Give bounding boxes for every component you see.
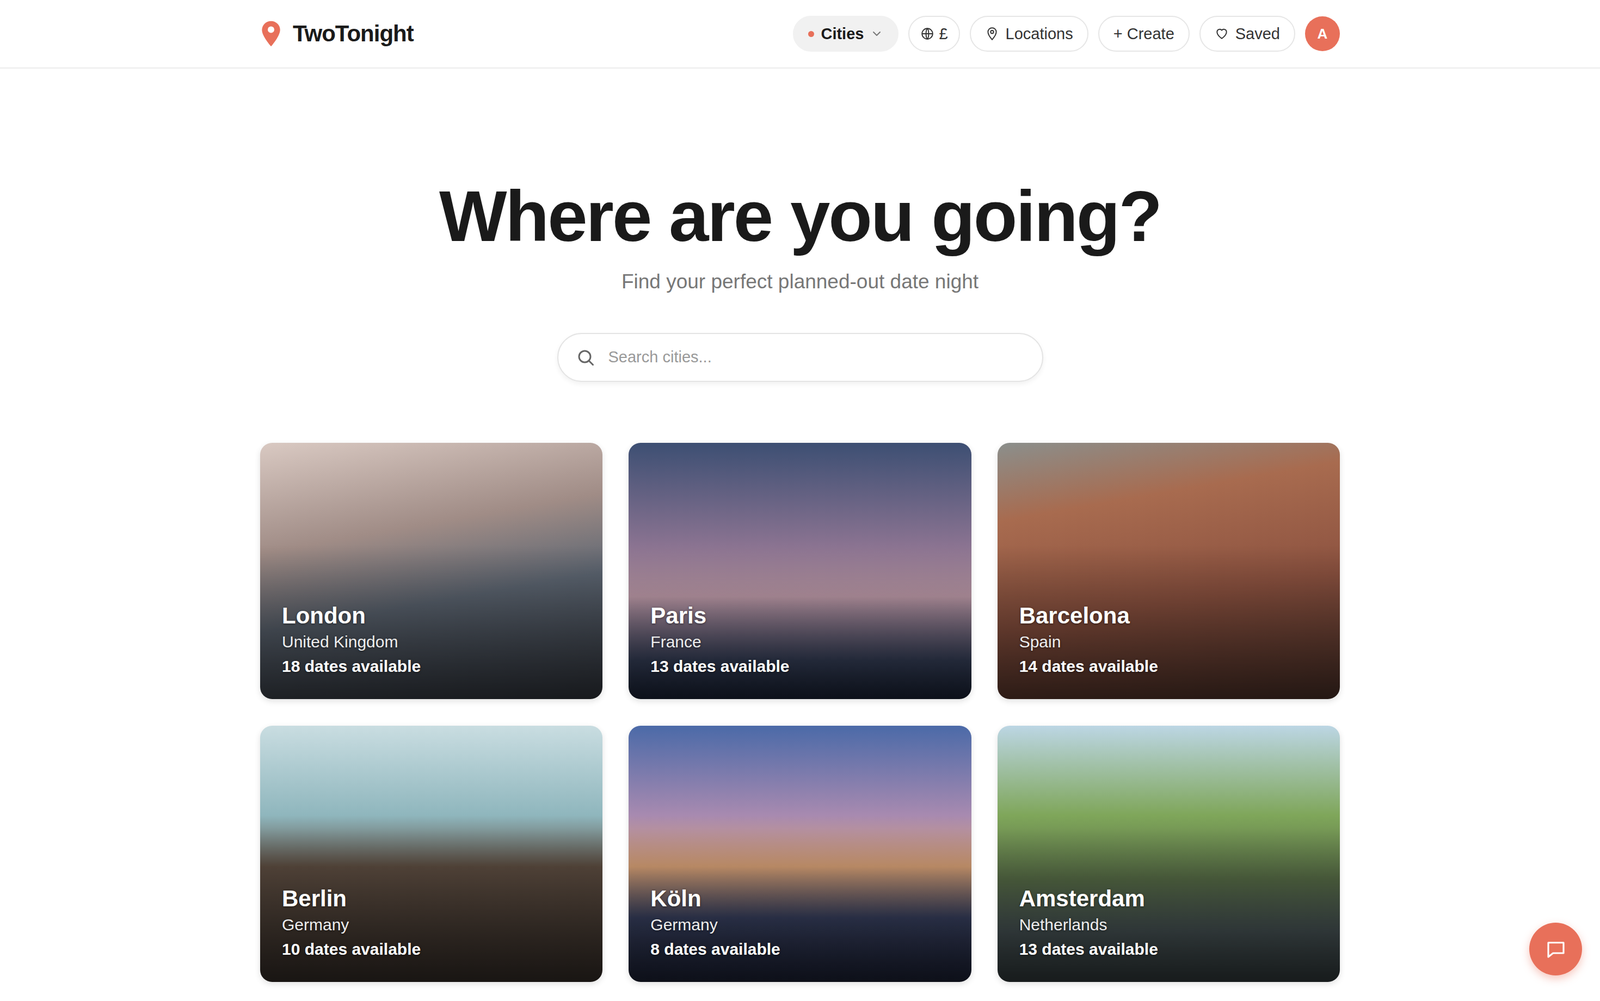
city-card[interactable]: KölnGermany8 dates available (628, 725, 971, 983)
city-country: United Kingdom (281, 629, 581, 655)
city-country: Germany (650, 912, 950, 938)
currency-label: £ (938, 25, 948, 43)
city-dates: 13 dates available (650, 654, 950, 679)
city-country: France (650, 629, 950, 655)
city-name: Amsterdam (1019, 885, 1319, 913)
chevron-down-icon (870, 27, 884, 41)
locations-label: Locations (1005, 25, 1074, 43)
active-dot-icon (808, 31, 815, 38)
cities-label: Cities (820, 25, 864, 43)
city-info: BerlinGermany10 dates available (260, 885, 603, 983)
city-info: BarcelonaSpain14 dates available (997, 602, 1340, 700)
city-card[interactable]: BerlinGermany10 dates available (260, 725, 603, 983)
city-country: Germany (281, 912, 581, 938)
chat-bubble-icon (1544, 938, 1568, 962)
saved-label: Saved (1235, 25, 1280, 43)
search-field[interactable] (557, 333, 1044, 383)
brand-logo[interactable]: TwoTonight (260, 20, 414, 48)
user-avatar[interactable]: A (1305, 16, 1340, 52)
page: TwoTonight Cities £ Locations + Create Saved A… (0, 0, 1600, 1001)
city-country: Netherlands (1019, 912, 1319, 938)
nav-bar: Cities £ Locations + Create Saved A (792, 15, 1340, 52)
city-dates: 10 dates available (281, 937, 581, 962)
locations-button[interactable]: Locations (969, 15, 1089, 52)
hero-title: Where are you going? (439, 176, 1161, 257)
create-button[interactable]: + Create (1098, 15, 1190, 52)
city-name: Paris (650, 602, 950, 630)
city-card[interactable]: ParisFrance13 dates available (628, 442, 971, 700)
city-dates: 8 dates available (650, 937, 950, 962)
city-grid: LondonUnited Kingdom18 dates available Pa… (260, 442, 1340, 983)
hero-subtitle: Find your perfect planned-out date night (621, 268, 979, 295)
city-dates: 18 dates available (281, 654, 581, 679)
city-dates: 14 dates available (1019, 654, 1319, 679)
city-info: ParisFrance13 dates available (628, 602, 971, 700)
chat-button[interactable] (1529, 922, 1583, 976)
cities-dropdown[interactable]: Cities (792, 15, 899, 52)
map-pin-logo-icon (260, 20, 282, 48)
city-name: Köln (650, 885, 950, 913)
currency-button[interactable]: £ (908, 15, 960, 52)
location-pin-icon (985, 26, 1000, 41)
city-card[interactable]: LondonUnited Kingdom18 dates available (260, 442, 603, 700)
create-label: + Create (1113, 25, 1175, 43)
city-name: London (281, 602, 581, 630)
heart-icon (1214, 26, 1229, 41)
city-card[interactable]: BarcelonaSpain14 dates available (997, 442, 1340, 700)
city-dates: 13 dates available (1019, 937, 1319, 962)
city-name: Berlin (281, 885, 581, 913)
globe-icon (920, 26, 935, 41)
brand-name: TwoTonight (292, 20, 414, 47)
city-info: KölnGermany8 dates available (628, 885, 971, 983)
saved-button[interactable]: Saved (1199, 15, 1296, 52)
city-info: AmsterdamNetherlands13 dates available (997, 885, 1340, 983)
city-name: Barcelona (1019, 602, 1319, 630)
search-input[interactable] (607, 347, 1025, 367)
search-icon (575, 347, 596, 368)
city-info: LondonUnited Kingdom18 dates available (260, 602, 603, 700)
city-card[interactable]: AmsterdamNetherlands13 dates available (997, 725, 1340, 983)
main: Where are you going? Find your perfect pl… (260, 68, 1340, 983)
city-country: Spain (1019, 629, 1319, 655)
header: TwoTonight Cities £ Locations + Create Saved A (0, 0, 1600, 69)
